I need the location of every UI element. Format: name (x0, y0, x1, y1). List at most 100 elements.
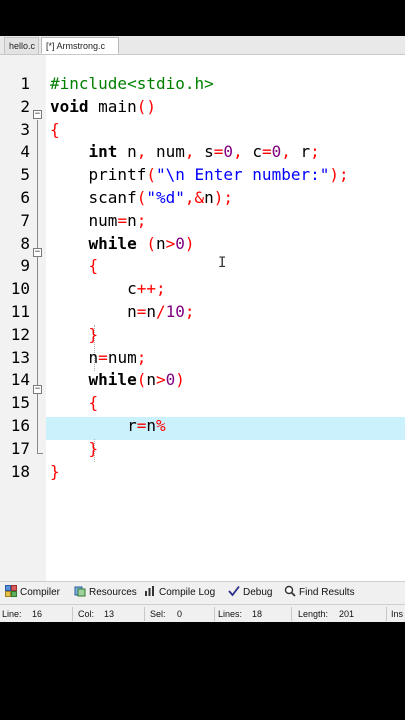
code-token: ( (146, 233, 156, 253)
panel-tab-find-results[interactable]: Find Results (284, 585, 355, 601)
code-token: > (165, 233, 176, 253)
code-line[interactable]: c++; (50, 277, 166, 300)
tab-label: [*] Armstrong.c (46, 41, 106, 51)
status-lines-value: 18 (252, 609, 263, 619)
code-token: ++; (136, 279, 166, 299)
fold-collapse-icon[interactable]: − (33, 110, 42, 119)
line-number: 18 (10, 461, 30, 481)
status-sel-label: Sel: (150, 609, 166, 619)
code-line[interactable]: } (50, 437, 99, 460)
line-number: 5 (20, 165, 30, 185)
code-token: n (50, 302, 137, 321)
status-separator (291, 607, 292, 621)
code-token: printf (50, 165, 147, 185)
code-token: while (88, 370, 137, 390)
fold-collapse-icon[interactable]: − (33, 248, 42, 257)
line-number: 14 (10, 370, 30, 390)
code-token: ; (136, 210, 147, 230)
line-number: 2 (20, 96, 30, 116)
status-line-value: 16 (32, 609, 43, 619)
code-line[interactable]: } (50, 460, 60, 483)
code-token: ; (184, 302, 195, 321)
status-insert-mode: Ins (391, 609, 404, 619)
code-token: main (88, 96, 137, 116)
line-number: 17 (10, 438, 30, 458)
fold-collapse-icon[interactable]: − (33, 385, 42, 394)
ibeam-cursor-icon: I (218, 255, 227, 271)
status-lines-label: Lines: (218, 609, 243, 619)
code-line[interactable]: void main() (50, 95, 156, 118)
line-number: 1 (20, 74, 30, 93)
code-line[interactable]: int n, num, s=0, c=0, r; (50, 140, 320, 163)
code-line[interactable]: } (50, 323, 99, 346)
code-line[interactable]: n=num; (50, 346, 147, 369)
panel-tab-debug[interactable]: Debug (228, 585, 272, 601)
code-line[interactable]: num=n; (50, 209, 147, 232)
code-line[interactable]: { (50, 118, 60, 141)
code-token: "\n Enter number:" (155, 165, 330, 185)
code-token: scanf (50, 188, 137, 207)
code-token: "%d" (146, 188, 185, 207)
line-number-gutter: 1 2 3 4 5 6 7 8 9 10 11 12 13 14 15 16 17 18 (0, 55, 46, 611)
code-token: { (88, 256, 99, 276)
status-col-value: 13 (104, 609, 115, 619)
panel-tab-compiler[interactable]: Compiler (5, 585, 60, 601)
panel-tab-label: Compile Log (159, 587, 216, 598)
panel-tab-resources[interactable]: Resources (74, 585, 137, 601)
resources-icon (74, 586, 86, 597)
code-line[interactable]: { (50, 254, 99, 277)
code-token: num (50, 210, 118, 230)
status-separator (214, 607, 215, 621)
code-token: = (213, 142, 224, 162)
code-token: n (146, 302, 156, 321)
code-token: % (155, 416, 166, 435)
line-number: 16 (10, 416, 30, 435)
line-number: 6 (20, 188, 30, 207)
code-token: 0 (271, 142, 282, 162)
code-token: 10 (165, 302, 185, 321)
code-line[interactable]: printf("\n Enter number:"); (50, 163, 349, 186)
code-token: r (290, 142, 311, 162)
code-line[interactable]: r=n% (50, 414, 166, 437)
code-token: c (50, 279, 137, 299)
status-separator (72, 607, 73, 621)
code-token: num (146, 142, 185, 162)
code-token: #include<stdio.h> (50, 74, 214, 93)
line-number: 9 (20, 256, 30, 276)
panel-tab-label: Debug (243, 587, 273, 598)
code-token: n (146, 416, 156, 435)
tab-armstrong-c[interactable]: [*] Armstrong.c (41, 37, 119, 54)
status-sel-value: 0 (177, 609, 183, 619)
panel-tab-label: Compiler (20, 587, 61, 598)
code-token: ( (136, 370, 147, 390)
code-token: = (136, 416, 147, 435)
status-separator (144, 607, 145, 621)
code-line[interactable]: scanf("%d",&n); (50, 186, 234, 209)
find-results-icon (284, 585, 296, 597)
code-token: = (136, 302, 147, 321)
line-number: 13 (10, 347, 30, 367)
code-line[interactable]: { (50, 391, 99, 414)
code-token: r (50, 416, 137, 435)
code-token: = (261, 142, 272, 162)
tab-hello-c[interactable]: hello.c (4, 37, 39, 54)
code-token: n (117, 142, 137, 162)
code-line[interactable]: n=n/10; (50, 300, 195, 323)
panel-tab-label: Resources (89, 587, 137, 598)
panel-tab-label: Find Results (299, 587, 355, 598)
code-line[interactable]: while(n>0) (50, 368, 185, 391)
code-token: num (107, 347, 137, 367)
code-token: n (204, 188, 214, 207)
code-token: { (50, 119, 60, 139)
code-line[interactable]: #include<stdio.h> (50, 72, 214, 95)
line-number: 10 (10, 279, 30, 299)
code-line[interactable]: while (n>0) (50, 232, 195, 255)
code-token: () (136, 96, 156, 116)
code-token: ) (184, 233, 195, 253)
panel-tab-compile-log[interactable]: Compile Log (144, 585, 215, 601)
code-token: 0 (165, 370, 176, 390)
code-editor[interactable]: 1 2 3 4 5 6 7 8 9 10 11 12 13 14 15 16 17 18 − − − #inclu… (0, 55, 405, 611)
code-token: ( (136, 188, 147, 207)
